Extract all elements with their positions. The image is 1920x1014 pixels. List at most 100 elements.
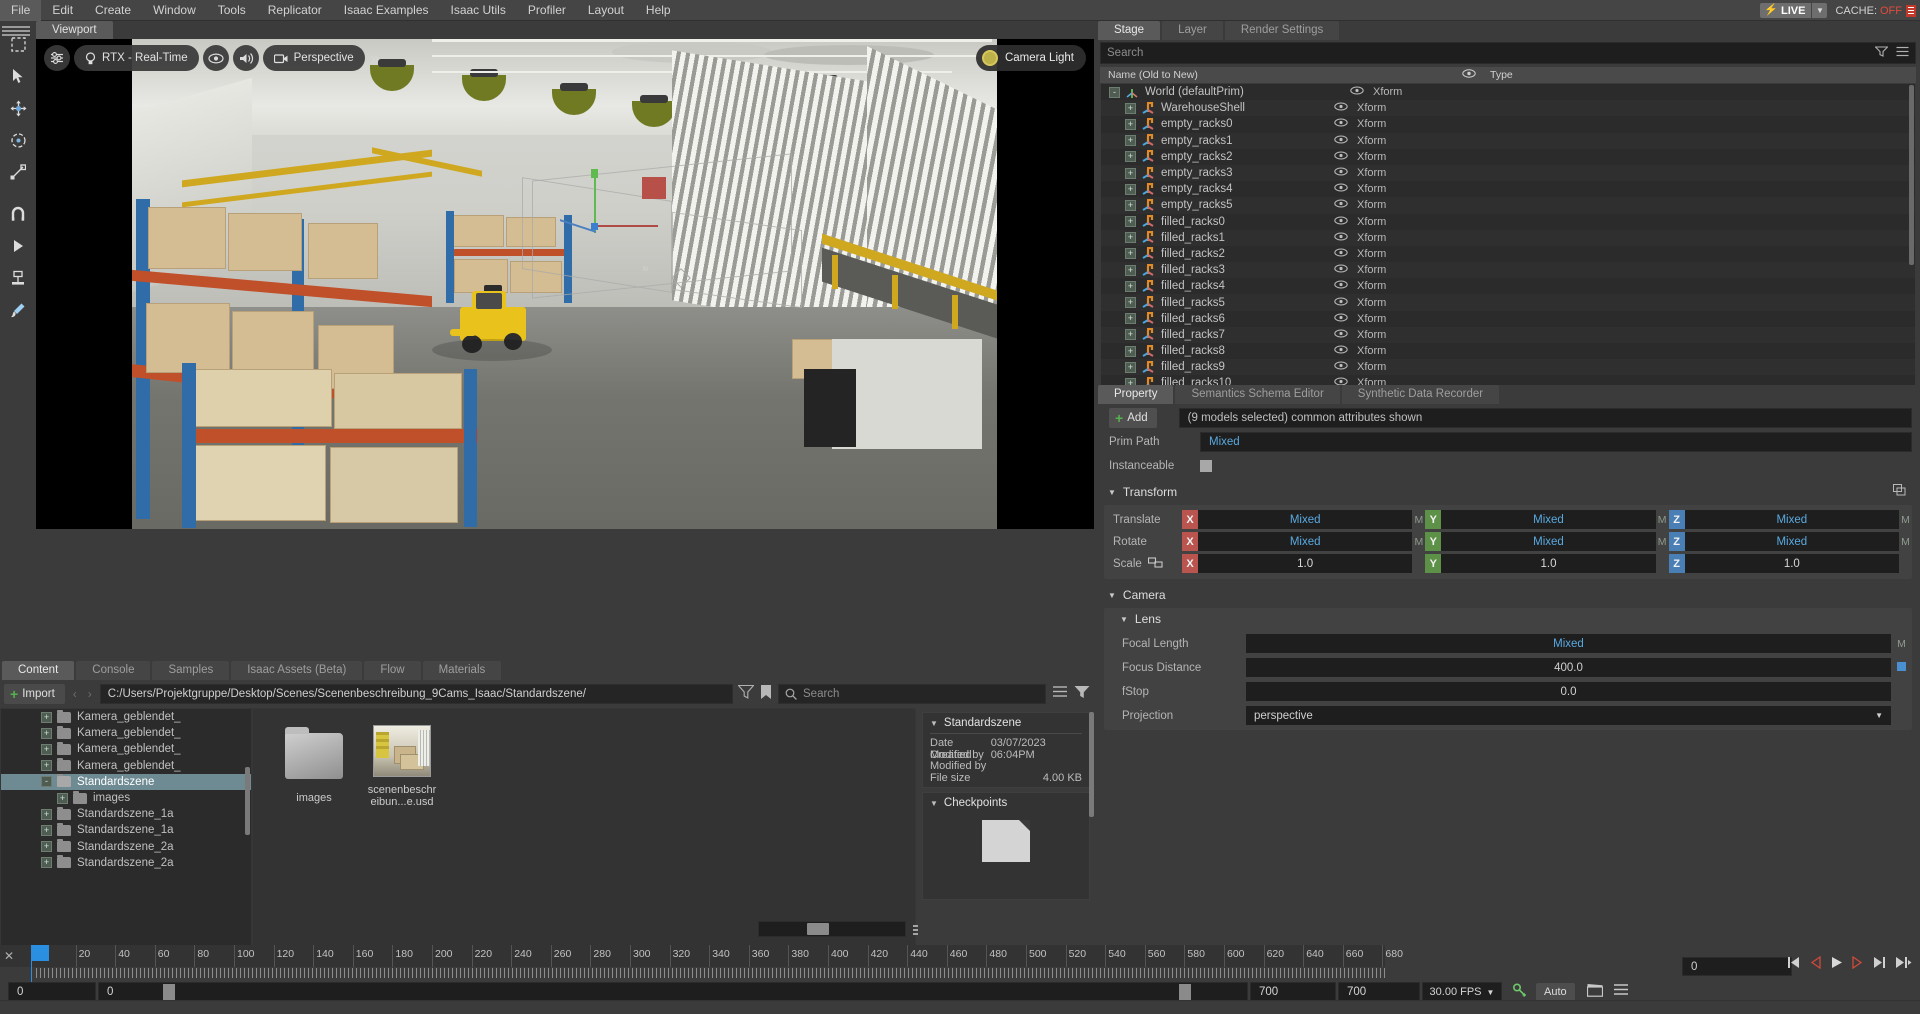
eye-icon[interactable] <box>1334 118 1348 130</box>
timeline-range-end-field[interactable]: 700 <box>1338 982 1420 1002</box>
transform-z-value[interactable]: Mixed <box>1685 532 1899 551</box>
expand-icon[interactable]: + <box>41 809 52 820</box>
slider-knob[interactable] <box>807 923 829 935</box>
skip-forward-icon[interactable] <box>1872 956 1887 972</box>
expand-icon[interactable]: + <box>1125 265 1136 276</box>
stage-tree-row[interactable]: +filled_racks5Xform <box>1101 294 1915 310</box>
expand-icon[interactable]: + <box>1125 184 1136 195</box>
expand-icon[interactable]: + <box>41 744 52 755</box>
expand-icon[interactable]: + <box>1125 119 1136 130</box>
step-back-icon[interactable] <box>1808 956 1823 972</box>
move-tool-icon[interactable] <box>3 93 33 123</box>
path-input[interactable]: C:/Users/Projektgruppe/Desktop/Scenes/Sc… <box>100 684 733 704</box>
menu-layout[interactable]: Layout <box>577 0 635 21</box>
instanceable-checkbox[interactable] <box>1200 460 1212 472</box>
stage-tree-row[interactable]: +filled_racks8Xform <box>1101 343 1915 359</box>
audio-icon[interactable] <box>233 45 259 71</box>
stage-tree-row[interactable]: +filled_racks0Xform <box>1101 214 1915 230</box>
menu-create[interactable]: Create <box>84 0 142 21</box>
expand-icon[interactable]: + <box>1125 297 1136 308</box>
content-file-tree[interactable]: +Kamera_geblendet_+Kamera_geblendet_+Kam… <box>0 708 252 946</box>
fps-selector[interactable]: 30.00 FPS ▼ <box>1422 982 1502 1002</box>
expand-icon[interactable]: + <box>41 728 52 739</box>
expand-icon[interactable]: + <box>41 857 52 868</box>
file-tree-row[interactable]: +images <box>1 790 251 806</box>
expand-icon[interactable]: + <box>41 825 52 836</box>
tab-synthetic-data-recorder[interactable]: Synthetic Data Recorder <box>1342 385 1499 404</box>
eye-icon[interactable] <box>1334 248 1348 260</box>
stage-tree-row[interactable]: +filled_racks4Xform <box>1101 278 1915 294</box>
stage-tree-row[interactable]: +empty_racks3Xform <box>1101 165 1915 181</box>
expand-icon[interactable]: + <box>1125 362 1136 373</box>
stage-tree-row[interactable]: +filled_racks2Xform <box>1101 246 1915 262</box>
camera-property-value[interactable]: 400.0 <box>1246 658 1891 677</box>
file-tree-row[interactable]: +Standardszene_1a <box>1 822 251 838</box>
stage-tree[interactable]: -World (defaultPrim)Xform+WarehouseShell… <box>1100 83 1916 396</box>
file-tree-row[interactable]: +Kamera_geblendet_ <box>1 741 251 757</box>
eye-icon[interactable] <box>1334 280 1348 292</box>
expand-icon[interactable]: + <box>41 760 52 771</box>
viewport-3d[interactable]: » RTX - Real-Time Perspective » Camera L… <box>36 39 1094 529</box>
lens-section-header[interactable]: ▼ Lens <box>1104 608 1912 630</box>
eye-icon[interactable] <box>1334 102 1348 114</box>
render-canvas[interactable]: » <box>132 39 997 529</box>
expand-icon[interactable]: + <box>1125 168 1136 179</box>
viewport-settings-icon[interactable] <box>44 45 70 71</box>
expand-icon[interactable]: + <box>1125 103 1136 114</box>
stage-tree-row[interactable]: +WarehouseShellXform <box>1101 100 1915 116</box>
expand-icon[interactable]: + <box>1125 135 1136 146</box>
eye-visibility-icon[interactable] <box>203 45 229 71</box>
eye-icon[interactable] <box>1334 329 1348 341</box>
tab-samples[interactable]: Samples <box>152 661 229 680</box>
skip-back-icon[interactable] <box>1786 956 1801 972</box>
stage-tree-row[interactable]: +empty_racks2Xform <box>1101 149 1915 165</box>
expand-icon[interactable]: + <box>1125 313 1136 324</box>
back-arrow-icon[interactable]: ‹ <box>70 687 80 701</box>
eye-icon[interactable] <box>1334 183 1348 195</box>
file-tree-row[interactable]: +Standardszene_1a <box>1 806 251 822</box>
filter-icon[interactable] <box>1875 46 1888 60</box>
camera-selector[interactable]: Perspective <box>263 45 365 71</box>
thumbnail-folder-images[interactable]: images <box>275 727 353 804</box>
file-tree-row[interactable]: +Kamera_geblendet_ <box>1 758 251 774</box>
list-view-icon[interactable] <box>1052 685 1068 703</box>
bookmark-icon[interactable] <box>760 684 772 705</box>
tab-semantics-schema-editor[interactable]: Semantics Schema Editor <box>1175 385 1339 404</box>
stage-tree-row[interactable]: +filled_racks1Xform <box>1101 230 1915 246</box>
transform-x-value[interactable]: 1.0 <box>1198 554 1412 573</box>
tab-stage[interactable]: Stage <box>1098 21 1160 40</box>
tab-viewport[interactable]: Viewport <box>36 21 113 39</box>
file-tree-row[interactable]: +Standardszene_2a <box>1 855 251 871</box>
step-forward-icon[interactable] <box>1850 956 1865 972</box>
clapperboard-icon[interactable] <box>1587 983 1603 1002</box>
menu-help[interactable]: Help <box>635 0 682 21</box>
timeline-ruler[interactable]: ✕ 20406080100120140160180200220240260280… <box>0 945 1385 967</box>
import-button[interactable]: + Import <box>4 684 65 704</box>
stage-tree-row[interactable]: +empty_racks0Xform <box>1101 116 1915 132</box>
eye-icon[interactable] <box>1334 297 1348 309</box>
expand-icon[interactable]: + <box>57 793 68 804</box>
stage-search-row[interactable] <box>1100 42 1916 64</box>
collapse-icon[interactable]: - <box>1109 87 1120 98</box>
path-dropdown-icon[interactable] <box>738 684 754 705</box>
timeline-menu-icon[interactable] <box>1613 983 1629 1001</box>
tab-materials[interactable]: Materials <box>423 661 502 680</box>
stage-tree-row[interactable]: +empty_racks5Xform <box>1101 197 1915 213</box>
transform-x-value[interactable]: Mixed <box>1198 532 1412 551</box>
thumbnail-grid[interactable]: images scenenbeschr eibun...e.usd <box>252 708 916 946</box>
stage-tree-row[interactable]: +filled_racks6Xform <box>1101 311 1915 327</box>
viewport-expand-icon[interactable]: » <box>369 50 379 67</box>
file-tree-row[interactable]: -Standardszene <box>1 774 251 790</box>
range-handle-left[interactable] <box>163 984 175 1000</box>
transform-reset-icon[interactable] <box>1893 483 1906 501</box>
content-search-input[interactable]: Search <box>778 684 1046 704</box>
add-button[interactable]: + Add <box>1109 408 1157 428</box>
play-icon[interactable] <box>1830 956 1843 972</box>
expand-icon[interactable]: + <box>1125 151 1136 162</box>
link-scale-icon[interactable] <box>1148 557 1163 571</box>
camera-property-value[interactable]: 0.0 <box>1246 682 1891 701</box>
file-tree-scrollbar[interactable] <box>245 767 250 835</box>
file-tree-row[interactable]: +Standardszene_2a <box>1 839 251 855</box>
transform-y-value[interactable]: Mixed <box>1441 532 1655 551</box>
rotate-tool-icon[interactable] <box>3 125 33 155</box>
